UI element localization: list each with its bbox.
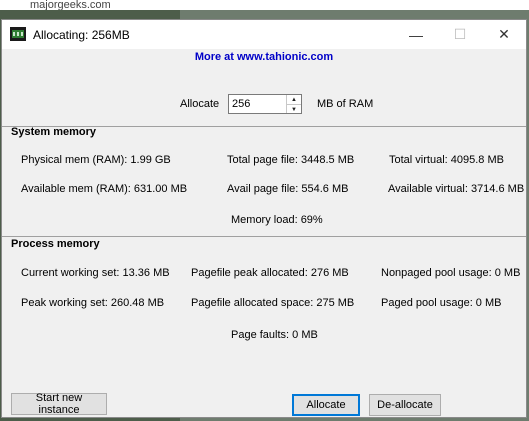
page-faults: Page faults: 0 MB	[231, 329, 318, 341]
ram-allocator-window: Allocating: 256MB — ☐ ✕ More at www.tahi…	[1, 19, 527, 418]
window-title: Allocating: 256MB	[33, 28, 130, 42]
allocate-amount-stepper[interactable]: ▲ ▼	[228, 94, 302, 114]
pagefile-peak-allocated: Pagefile peak allocated: 276 MB	[191, 267, 349, 279]
stepper-up-arrow-icon[interactable]: ▲	[287, 95, 301, 105]
close-button[interactable]: ✕	[482, 20, 526, 49]
stepper-down-arrow-icon[interactable]: ▼	[287, 105, 301, 114]
deallocate-button[interactable]: De-allocate	[369, 394, 441, 416]
allocate-label: Allocate	[180, 98, 220, 110]
physical-memory: Physical mem (RAM): 1.99 GB	[21, 154, 171, 166]
allocate-row: Allocate ▲ ▼ MB of RAM	[2, 94, 526, 116]
nonpaged-pool-usage: Nonpaged pool usage: 0 MB	[381, 267, 521, 279]
memory-load: Memory load: 69%	[231, 214, 323, 226]
avail-page-file: Avail page file: 554.6 MB	[227, 183, 349, 195]
dialog-client-area: More at www.tahionic.com Allocate ▲ ▼ MB…	[2, 49, 526, 417]
available-virtual: Available virtual: 3714.6 MB	[388, 183, 525, 195]
allocate-amount-input[interactable]	[232, 97, 282, 111]
start-new-instance-button[interactable]: Start new instance	[11, 392, 107, 416]
process-memory-title: Process memory	[11, 238, 100, 250]
process-memory-divider	[2, 236, 526, 237]
title-bar[interactable]: Allocating: 256MB — ☐ ✕	[2, 20, 526, 49]
pagefile-allocated-space: Pagefile allocated space: 275 MB	[191, 297, 355, 309]
peak-working-set: Peak working set: 260.48 MB	[21, 297, 165, 309]
available-memory: Available mem (RAM): 631.00 MB	[21, 183, 188, 195]
maximize-button[interactable]: ☐	[438, 20, 482, 49]
total-virtual: Total virtual: 4095.8 MB	[389, 154, 504, 166]
total-page-file: Total page file: 3448.5 MB	[227, 154, 355, 166]
paged-pool-usage: Paged pool usage: 0 MB	[381, 297, 502, 309]
website-link[interactable]: More at www.tahionic.com	[2, 51, 526, 63]
current-working-set: Current working set: 13.36 MB	[21, 267, 170, 279]
allocate-unit-label: MB of RAM	[317, 98, 374, 110]
system-memory-title: System memory	[11, 126, 96, 138]
background-url-bar: majorgeeks.com	[0, 0, 529, 10]
stepper-buttons: ▲ ▼	[286, 95, 301, 113]
app-icon	[10, 27, 26, 41]
allocate-button[interactable]: Allocate	[292, 394, 360, 416]
minimize-button[interactable]: —	[394, 20, 438, 49]
